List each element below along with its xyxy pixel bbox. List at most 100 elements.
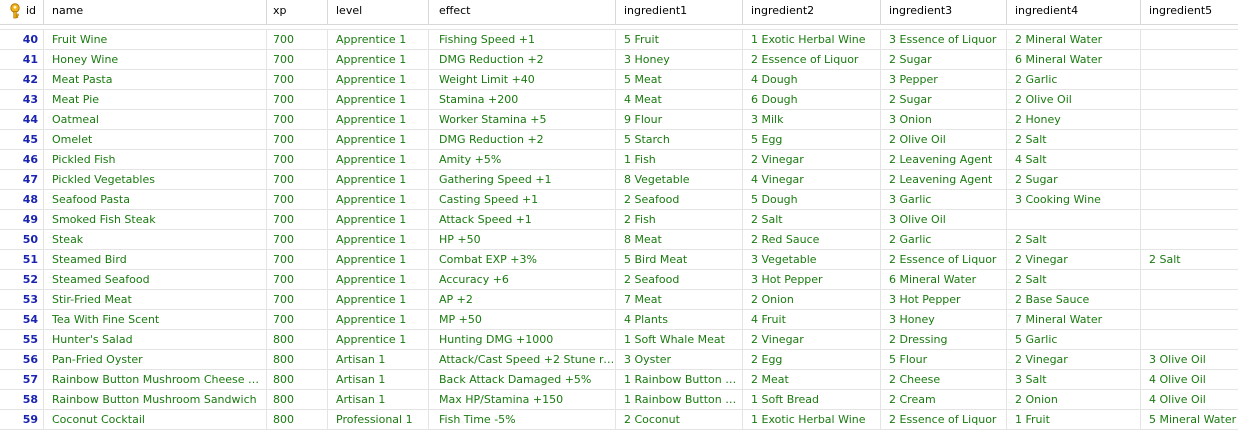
cell-xp[interactable]: 700 [267,110,328,130]
cell-level[interactable]: Apprentice 1 [328,270,429,290]
cell-name[interactable]: Tea With Fine Scent [44,310,267,330]
cell-ing3[interactable]: 2 Dressing [881,330,1007,350]
cell-level[interactable]: Apprentice 1 [328,230,429,250]
table-row[interactable]: 45 Omelet 700 Apprentice 1 DMG Reduction +2 5… [0,130,1238,150]
table-row[interactable]: 59 Coconut Cocktail 800 Professional 1 Fish … [0,410,1238,430]
cell-id[interactable]: 51 [0,250,44,270]
cell-effect[interactable]: Attack Speed +1 [429,210,616,230]
cell-ing1[interactable]: 2 Fish [616,210,743,230]
cell-ing1[interactable]: 3 Honey [616,50,743,70]
cell-id[interactable]: 53 [0,290,44,310]
table-row[interactable]: 44 Oatmeal 700 Apprentice 1 Worker Stamina +… [0,110,1238,130]
cell-ing4[interactable]: 2 Honey [1007,110,1141,130]
cell-ing2[interactable]: 2 Onion [743,290,881,310]
table-row[interactable]: 57 Rainbow Button Mushroom Cheese Melt 800… [0,370,1238,390]
cell-ing4[interactable]: 2 Vinegar [1007,250,1141,270]
cell-effect[interactable]: Worker Stamina +5 [429,110,616,130]
table-row[interactable]: 46 Pickled Fish 700 Apprentice 1 Amity +5% 1 … [0,150,1238,170]
cell-ing5[interactable] [1141,330,1238,350]
cell-ing1[interactable]: 7 Meat [616,290,743,310]
table-row[interactable]: 48 Seafood Pasta 700 Apprentice 1 Casting Sp… [0,190,1238,210]
column-header-effect[interactable]: effect [429,0,616,24]
cell-ing2[interactable]: 2 Red Sauce [743,230,881,250]
cell-ing5[interactable] [1141,310,1238,330]
cell-ing5[interactable] [1141,130,1238,150]
cell-ing2[interactable]: 5 Egg [743,130,881,150]
cell-id[interactable]: 49 [0,210,44,230]
cell-id[interactable]: 48 [0,190,44,210]
cell-ing5[interactable]: 2 Salt [1141,250,1238,270]
cell-id[interactable]: 56 [0,350,44,370]
cell-ing4[interactable]: 2 Olive Oil [1007,90,1141,110]
cell-ing3[interactable]: 3 Honey [881,310,1007,330]
cell-ing1[interactable]: 2 Seafood [616,270,743,290]
cell-effect[interactable]: Back Attack Damaged +5% [429,370,616,390]
cell-effect[interactable]: Stamina +200 [429,90,616,110]
cell-name[interactable]: Fruit Wine [44,30,267,50]
cell-xp[interactable]: 700 [267,190,328,210]
cell-ing3[interactable]: 3 Onion [881,110,1007,130]
cell-ing3[interactable]: 3 Hot Pepper [881,290,1007,310]
cell-level[interactable]: Apprentice 1 [328,330,429,350]
cell-id[interactable]: 44 [0,110,44,130]
cell-level[interactable]: Apprentice 1 [328,30,429,50]
cell-name[interactable]: Pan-Fried Oyster [44,350,267,370]
cell-level[interactable]: Apprentice 1 [328,150,429,170]
cell-name[interactable]: Coconut Cocktail [44,410,267,430]
cell-ing2[interactable]: 2 Meat [743,370,881,390]
cell-ing4[interactable]: 2 Garlic [1007,70,1141,90]
cell-xp[interactable]: 800 [267,390,328,410]
cell-ing5[interactable] [1141,210,1238,230]
cell-level[interactable]: Artisan 1 [328,350,429,370]
table-row[interactable]: 53 Stir-Fried Meat 700 Apprentice 1 AP +2 7 M… [0,290,1238,310]
table-row[interactable]: 52 Steamed Seafood 700 Apprentice 1 Accuracy… [0,270,1238,290]
cell-ing5[interactable]: 5 Mineral Water [1141,410,1238,430]
cell-ing1[interactable]: 1 Soft Whale Meat [616,330,743,350]
cell-ing5[interactable] [1141,230,1238,250]
cell-id[interactable]: 50 [0,230,44,250]
cell-name[interactable]: Meat Pasta [44,70,267,90]
column-header-level[interactable]: level [328,0,429,24]
cell-id[interactable]: 41 [0,50,44,70]
cell-level[interactable]: Artisan 1 [328,370,429,390]
cell-xp[interactable]: 800 [267,350,328,370]
cell-ing4[interactable]: 2 Mineral Water [1007,30,1141,50]
cell-ing1[interactable]: 5 Meat [616,70,743,90]
table-row[interactable]: 55 Hunter's Salad 800 Apprentice 1 Hunting D… [0,330,1238,350]
cell-ing2[interactable]: 4 Vinegar [743,170,881,190]
cell-xp[interactable]: 700 [267,290,328,310]
cell-name[interactable]: Steak [44,230,267,250]
cell-name[interactable]: Oatmeal [44,110,267,130]
column-header-ing2[interactable]: ingredient2 [743,0,881,24]
cell-xp[interactable]: 700 [267,150,328,170]
cell-ing5[interactable]: 3 Olive Oil [1141,350,1238,370]
cell-ing3[interactable]: 2 Sugar [881,90,1007,110]
cell-ing1[interactable]: 2 Seafood [616,190,743,210]
cell-xp[interactable]: 700 [267,310,328,330]
cell-ing3[interactable]: 2 Cream [881,390,1007,410]
cell-ing1[interactable]: 5 Bird Meat [616,250,743,270]
cell-xp[interactable]: 700 [267,130,328,150]
cell-name[interactable]: Omelet [44,130,267,150]
cell-effect[interactable]: Max HP/Stamina +150 [429,390,616,410]
cell-ing2[interactable]: 3 Milk [743,110,881,130]
cell-effect[interactable]: Amity +5% [429,150,616,170]
cell-level[interactable]: Apprentice 1 [328,130,429,150]
cell-level[interactable]: Apprentice 1 [328,90,429,110]
cell-ing5[interactable] [1141,30,1238,50]
cell-ing1[interactable]: 8 Meat [616,230,743,250]
table-row[interactable]: 43 Meat Pie 700 Apprentice 1 Stamina +200 4 M… [0,90,1238,110]
cell-ing4[interactable]: 4 Salt [1007,150,1141,170]
cell-level[interactable]: Apprentice 1 [328,190,429,210]
cell-xp[interactable]: 700 [267,210,328,230]
column-header-id[interactable]: id [0,0,44,24]
cell-xp[interactable]: 700 [267,230,328,250]
cell-xp[interactable]: 800 [267,410,328,430]
cell-xp[interactable]: 700 [267,50,328,70]
table-row[interactable]: 51 Steamed Bird 700 Apprentice 1 Combat EXP … [0,250,1238,270]
cell-ing4[interactable]: 3 Cooking Wine [1007,190,1141,210]
cell-id[interactable]: 54 [0,310,44,330]
column-header-ing5[interactable]: ingredient5 [1141,0,1238,24]
cell-name[interactable]: Pickled Fish [44,150,267,170]
cell-level[interactable]: Apprentice 1 [328,70,429,90]
